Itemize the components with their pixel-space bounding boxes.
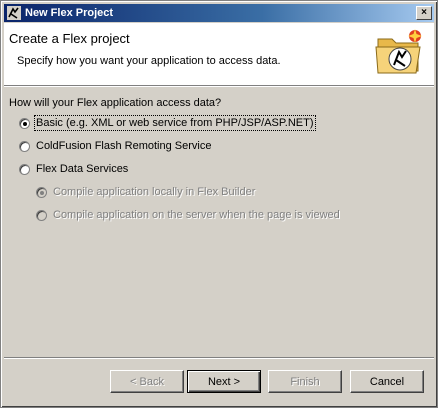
access-question: How will your Flex application access da… xyxy=(9,97,222,109)
option-flex-data-services-label: Flex Data Services xyxy=(36,163,129,175)
back-button-label: < Back xyxy=(130,375,164,388)
radio-compile-on-server xyxy=(36,209,47,221)
option-basic[interactable]: Basic (e.g. XML or web service from PHP/… xyxy=(19,115,316,131)
page-description: Specify how you want your application to… xyxy=(17,55,281,67)
cancel-button[interactable]: Cancel xyxy=(350,370,424,393)
option-compile-locally-label: Compile application locally in Flex Buil… xyxy=(53,186,256,198)
wizard-content: How will your Flex application access da… xyxy=(4,87,434,357)
button-separator xyxy=(4,357,434,359)
back-button[interactable]: < Back xyxy=(110,370,184,393)
next-button-label: Next > xyxy=(207,375,241,388)
flex-logo-icon xyxy=(7,6,21,20)
option-flex-data-services[interactable]: Flex Data Services xyxy=(19,163,128,175)
option-compile-on-server-label: Compile application on the server when t… xyxy=(53,209,340,221)
flex-folder-icon xyxy=(372,27,426,79)
radio-basic[interactable] xyxy=(19,117,30,129)
page-title: Create a Flex project xyxy=(9,31,130,46)
radio-compile-locally xyxy=(36,186,47,198)
title-bar[interactable]: New Flex Project × xyxy=(4,4,434,22)
option-compile-locally: Compile application locally in Flex Buil… xyxy=(36,186,255,198)
new-flex-project-dialog: New Flex Project × Create a Flex project… xyxy=(0,0,438,408)
wizard-banner: Create a Flex project Specify how you wa… xyxy=(4,23,434,85)
close-button[interactable]: × xyxy=(416,6,432,20)
option-compile-on-server: Compile application on the server when t… xyxy=(36,209,340,221)
window-title: New Flex Project xyxy=(25,7,114,19)
radio-coldfusion[interactable] xyxy=(19,140,30,152)
finish-button-label: Finish xyxy=(290,375,320,388)
option-basic-label: Basic (e.g. XML or web service from PHP/… xyxy=(34,115,316,131)
option-coldfusion[interactable]: ColdFusion Flash Remoting Service xyxy=(19,140,211,152)
finish-button[interactable]: Finish xyxy=(268,370,342,393)
option-coldfusion-label: ColdFusion Flash Remoting Service xyxy=(36,140,212,152)
next-button[interactable]: Next > xyxy=(187,370,261,393)
radio-flex-data-services[interactable] xyxy=(19,163,30,175)
close-icon: × xyxy=(421,7,427,18)
cancel-button-label: Cancel xyxy=(369,375,405,388)
